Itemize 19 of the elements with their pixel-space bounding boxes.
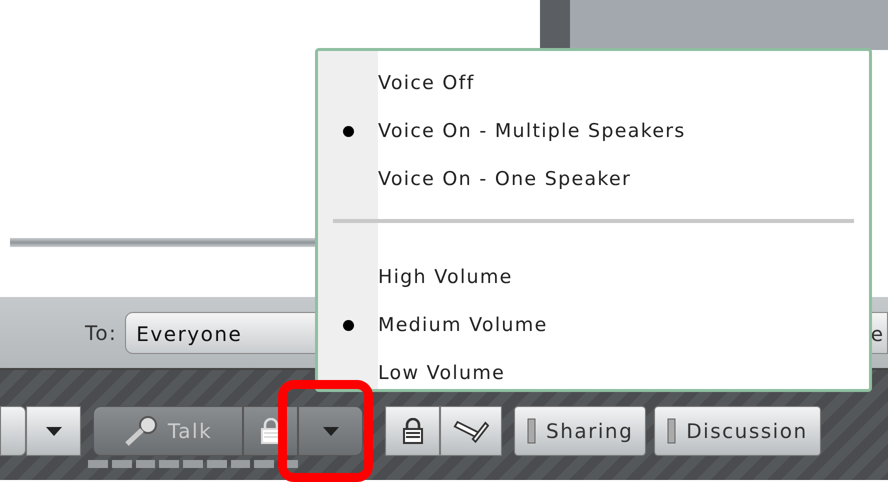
- dropdown-button[interactable]: [26, 406, 81, 456]
- menu-item[interactable]: Voice On - Multiple Speakers: [318, 107, 869, 155]
- status-bar-icon: [667, 418, 676, 444]
- lock-icon: [260, 418, 280, 444]
- microphone-icon: [124, 416, 158, 446]
- toolbar-tab[interactable]: Sharing: [514, 406, 646, 456]
- lock-button[interactable]: [385, 406, 440, 456]
- caret-icon: [322, 426, 338, 436]
- toolbar-tab[interactable]: Discussion: [654, 406, 821, 456]
- menu-item[interactable]: High Volume: [318, 253, 869, 301]
- pencil-icon: [453, 418, 489, 444]
- lock-icon: [402, 418, 422, 444]
- menu-item[interactable]: Voice Off: [318, 59, 869, 107]
- status-bar-icon: [527, 418, 536, 444]
- toolbar-button[interactable]: [0, 406, 26, 456]
- edit-button[interactable]: [440, 406, 502, 456]
- menu-item[interactable]: Voice On - One Speaker: [318, 155, 869, 203]
- to-label: To:: [85, 320, 118, 346]
- caret-icon: [46, 426, 62, 436]
